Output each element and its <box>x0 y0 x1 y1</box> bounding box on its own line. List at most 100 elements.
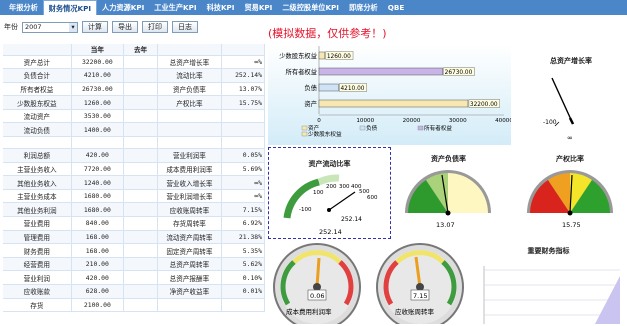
growth-gauge-svg: -100 ∞ <box>543 77 575 142</box>
tab-2[interactable]: 人力资源KPI <box>97 0 149 15</box>
table-cell <box>221 109 265 124</box>
table-cell: 负债合计 <box>3 68 72 83</box>
table-cell: 成本费用利润率 <box>157 162 222 177</box>
table-row: 主营业务成本 1680.00 营业利润增长率 ∞% <box>3 189 265 204</box>
table-cell <box>123 122 159 138</box>
debt-gauge-hub <box>445 210 451 216</box>
bar-value-label: 1260.00 <box>327 54 351 60</box>
year-value: 2007 <box>25 22 42 31</box>
debt-ratio-svg: 13.07 <box>405 170 491 229</box>
table-cell: 5.62% <box>221 257 265 272</box>
tab-6[interactable]: 二级控股单位KPI <box>277 0 344 15</box>
table-cell: 1260.00 <box>71 95 125 110</box>
liquidity-gauge: 资产流动比率 -100 100 200 300 400 500 600 252.… <box>268 147 391 239</box>
bar-legend-label: 少数股东权益 <box>308 130 342 138</box>
bar-x-tick: 0 <box>317 118 321 124</box>
table-cell: 0.05% <box>221 148 265 163</box>
tab-3[interactable]: 工业生产KPI <box>149 0 201 15</box>
log-button[interactable]: 日志 <box>172 21 198 33</box>
print-button[interactable]: 打印 <box>142 21 168 33</box>
table-cell <box>123 202 159 218</box>
tab-4[interactable]: 科技KPI <box>202 0 240 15</box>
table-row: 经营费用 210.00 总资产周转率 5.62% <box>3 257 265 272</box>
tab-8[interactable]: QBE <box>383 0 410 15</box>
table-cell <box>123 257 159 272</box>
tab-7[interactable]: 即席分析 <box>344 0 383 15</box>
table-cell: 252.14% <box>221 68 265 83</box>
receivable-turnover-dial: 7.15 应收账周转率 <box>373 240 467 326</box>
table-cell <box>123 68 159 83</box>
table-cell <box>123 148 159 163</box>
chevron-down-icon[interactable]: ▾ <box>69 22 77 32</box>
table-cell: 营业收入增长率 <box>157 175 222 190</box>
table-cell: 0.01% <box>221 284 265 299</box>
table-cell <box>123 284 159 299</box>
liquidity-value-readout: 252.14 <box>319 228 342 236</box>
table-cell <box>123 175 159 190</box>
year-select[interactable]: 2007 ▾ <box>22 21 78 33</box>
liquidity-tick-label-3: 300 <box>339 184 350 190</box>
table-cell: 存货周转率 <box>157 216 222 231</box>
table-cell <box>157 136 222 150</box>
bar-category-label: 所有者权益 <box>286 67 318 76</box>
table-header-cell <box>221 44 265 56</box>
table-cell: 1240.00 <box>71 175 125 190</box>
table-cell: 其他业务利润 <box>3 202 72 218</box>
table-cell: 经营费用 <box>3 257 72 272</box>
export-button[interactable]: 导出 <box>112 21 138 33</box>
table-cell: 流动资产周转率 <box>157 230 222 245</box>
table-cell <box>123 298 159 313</box>
financial-table: 当年 去年 资产总计 32200.00 总资产增长率 ∞% 负债合计 4210.00 流动比率 2… <box>3 44 265 324</box>
table-cell: 少数股东权益 <box>3 95 72 110</box>
balance-bar-chart: 少数股东权益 1260.00 所有者权益 26730.00 负债 4210.00 资产 322… <box>268 44 513 145</box>
bar-x-tick: 10000 <box>356 118 374 124</box>
table-cell: 4210.00 <box>71 68 125 83</box>
toolbar: 年份 2007 ▾ 计算 导出 打印 日志 <box>0 19 198 35</box>
table-cell <box>157 109 222 124</box>
tab-5[interactable]: 贸易KPI <box>239 0 277 15</box>
table-cell <box>123 136 159 150</box>
table-cell: 32200.00 <box>71 55 125 70</box>
calculate-button[interactable]: 计算 <box>82 21 108 33</box>
table-cell <box>71 136 125 150</box>
bar-x-tick: 40000 <box>495 118 511 124</box>
growth-gauge-tick-label: -100 <box>543 119 557 126</box>
table-cell: 总资产增长率 <box>157 55 222 70</box>
table-cell: 利润总额 <box>3 148 72 163</box>
liquidity-tick-label-2: 200 <box>326 184 337 190</box>
table-cell: 1680.00 <box>71 202 125 218</box>
table-cell <box>123 95 159 110</box>
table-header-cell: 去年 <box>123 44 159 56</box>
table-cell <box>123 230 159 245</box>
table-row: 管理费用 168.00 流动资产周转率 21.38% <box>3 230 265 245</box>
table-row: 少数股东权益 1260.00 产权比率 15.75% <box>3 95 265 110</box>
table-cell <box>123 109 159 124</box>
equity-ratio-svg: 15.75 <box>527 170 613 229</box>
table-cell: 其他业务收入 <box>3 175 72 190</box>
bar-value-label: 32200.00 <box>470 102 498 108</box>
table-cell <box>221 298 265 313</box>
equity-ratio-value: 15.75 <box>562 221 581 229</box>
table-cell <box>123 216 159 231</box>
bar-legend-swatch <box>301 125 308 131</box>
table-cell <box>221 122 265 138</box>
table-row: 存货 2100.00 <box>3 298 265 313</box>
liquidity-light-band <box>317 174 340 186</box>
table-row <box>3 136 265 150</box>
table-cell: 流动负债 <box>3 122 72 138</box>
table-cell: 主营业务成本 <box>3 189 72 204</box>
equity-gauge-hub <box>567 210 573 216</box>
liquidity-value-label: 252.14 <box>341 216 362 223</box>
tab-0[interactable]: 年报分析 <box>4 0 43 15</box>
table-cell: 7720.00 <box>71 162 125 177</box>
growth-gauge: 总资产增长率 -100 ∞ <box>515 44 627 145</box>
liquidity-needle <box>328 191 356 211</box>
table-cell: 财务费用 <box>3 243 72 258</box>
bar-category-label: 负债 <box>304 83 317 92</box>
table-cell: 总资产报酬率 <box>157 270 222 285</box>
table-cell <box>123 162 159 177</box>
tab-1[interactable]: 财务情况KPI <box>42 0 98 15</box>
table-row: 资产总计 32200.00 总资产增长率 ∞% <box>3 55 265 70</box>
bar-legend-swatch <box>417 125 424 131</box>
table-row: 流动资产 3530.00 <box>3 109 265 124</box>
